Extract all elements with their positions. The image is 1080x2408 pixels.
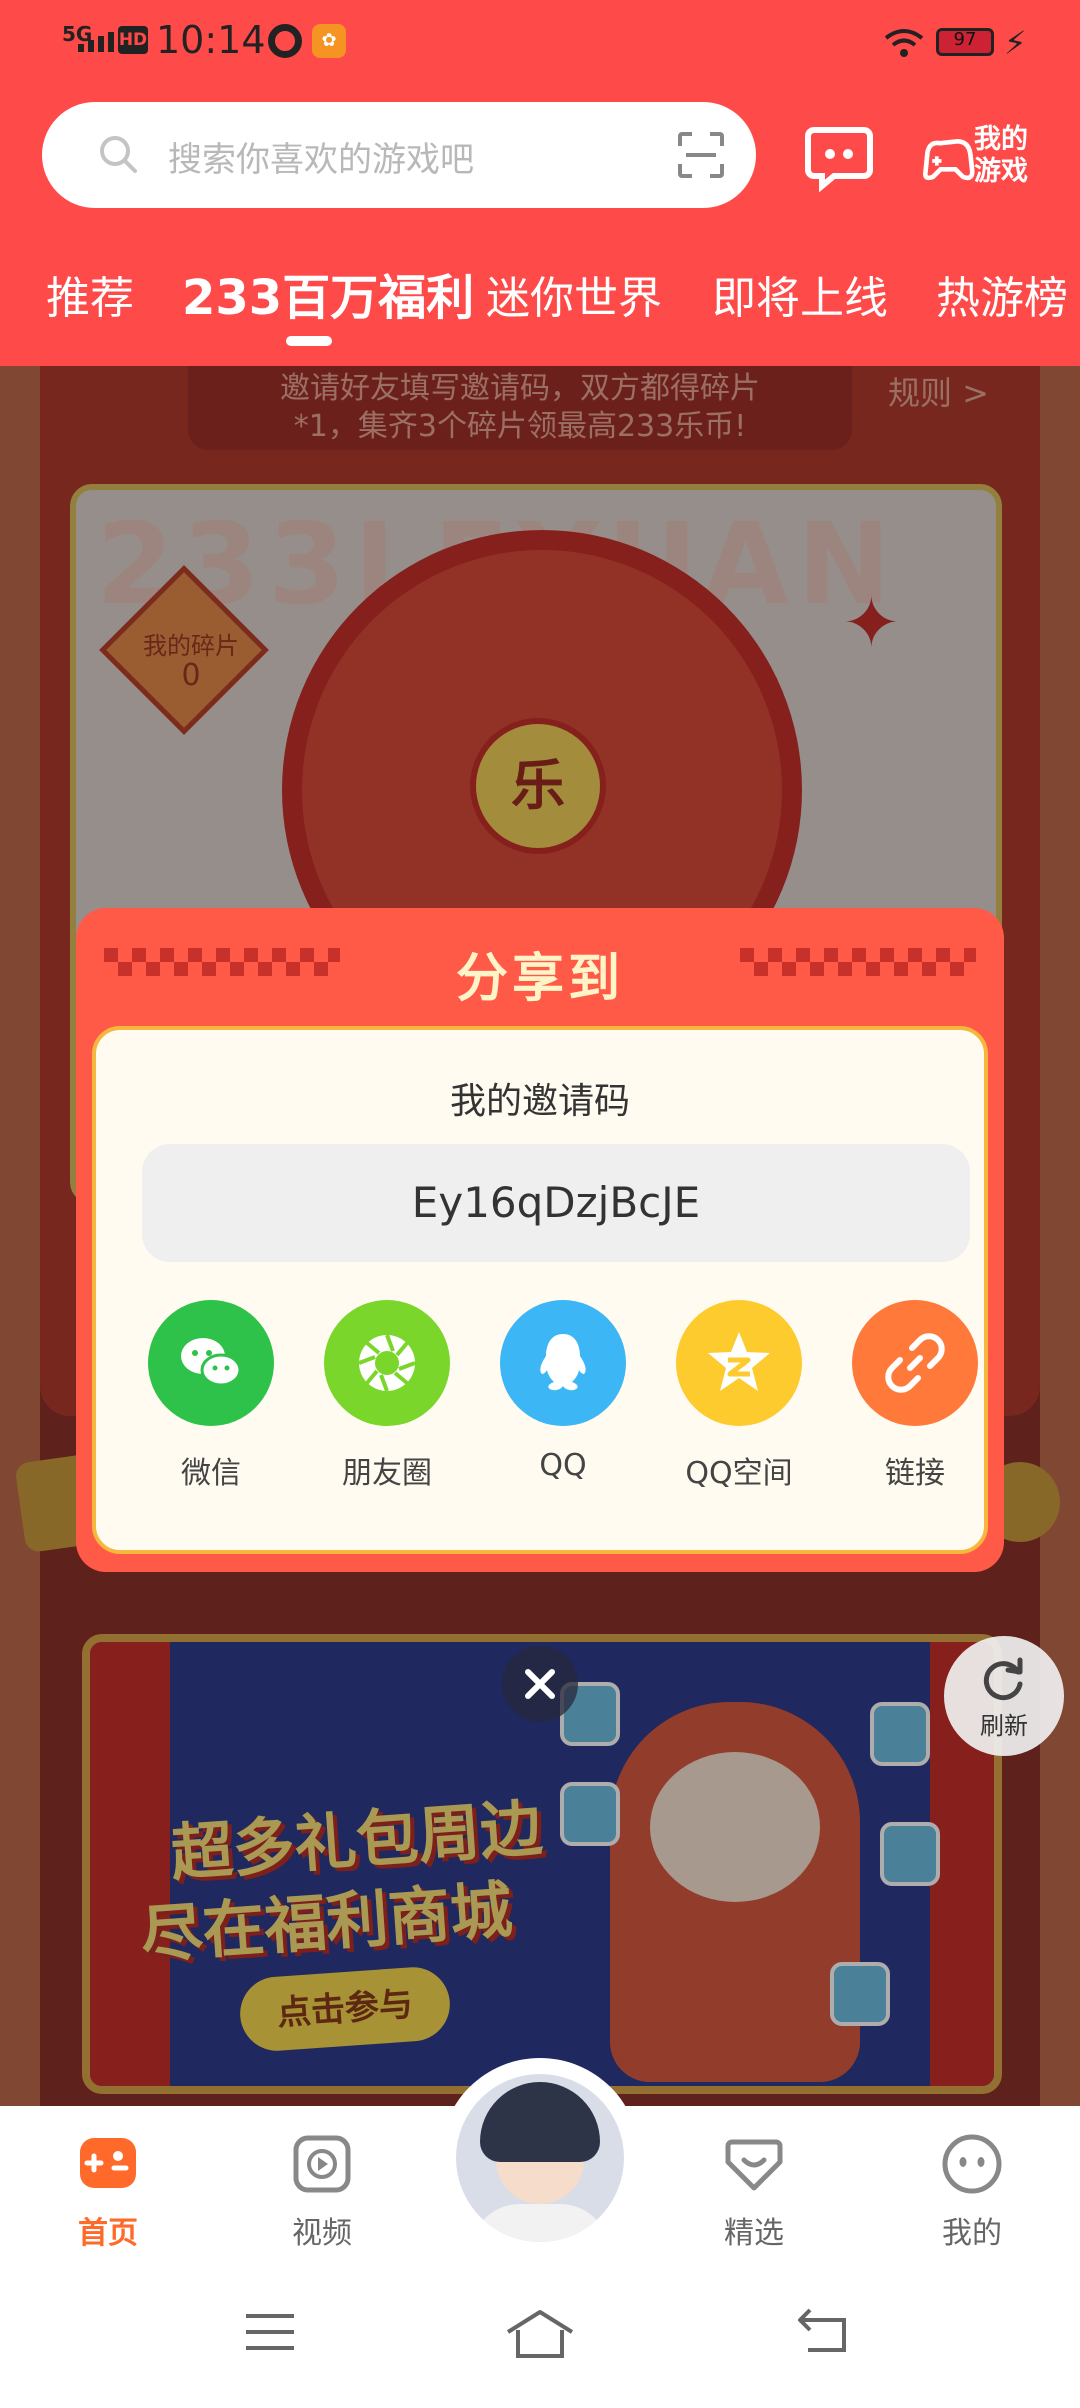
tab-hot-games[interactable]: 热游榜: [936, 262, 1068, 326]
video-icon: [293, 2135, 351, 2193]
close-dialog-button[interactable]: [502, 1646, 578, 1722]
wechat-circle: [148, 1300, 274, 1426]
moments-icon: [358, 1334, 416, 1392]
avatar-button[interactable]: [440, 2058, 640, 2258]
back-icon[interactable]: [796, 2308, 852, 2356]
system-nav-bar: [0, 2266, 1080, 2408]
hd-badge: HD: [118, 26, 148, 54]
refresh-icon: [983, 1657, 1023, 1701]
clock: 10:14: [156, 18, 266, 62]
my-games-button[interactable]: 我的 游戏: [920, 122, 1040, 194]
nav-label: 精选: [724, 2216, 784, 2251]
notification-app2-icon: ✿: [312, 24, 346, 58]
message-icon[interactable]: [804, 122, 874, 192]
nav-label: 首页: [78, 2216, 138, 2251]
top-header: 5G HD 10:14 ✿ 97 ⚡ 搜索你喜欢的游戏吧 我的 游戏 推荐 23…: [0, 0, 1080, 366]
search-icon: [100, 136, 137, 173]
nav-label: 视频: [292, 2216, 352, 2251]
active-tab-indicator: [286, 336, 332, 346]
refresh-label: 刷新: [980, 1712, 1028, 1740]
link-circle: [852, 1300, 978, 1426]
refresh-button[interactable]: 刷新: [944, 1636, 1064, 1756]
battery-level: 97: [953, 29, 977, 50]
tab-coming-soon[interactable]: 即将上线: [712, 262, 888, 326]
nav-label: 我的: [942, 2216, 1002, 2251]
share-dialog: 分享到 我的邀请码 Ey16qDzjBcJE 微信 朋友圈 QQ QQ空间 链接: [76, 908, 1004, 1572]
heart-icon: [725, 2139, 783, 2191]
invite-code-field[interactable]: Ey16qDzjBcJE: [142, 1144, 970, 1262]
charging-icon: ⚡: [1004, 24, 1027, 62]
tab-recommend[interactable]: 推荐: [46, 262, 134, 326]
invite-code-label: 我的邀请码: [449, 1081, 630, 1122]
share-label: QQ: [539, 1448, 587, 1483]
qzone-circle: [676, 1300, 802, 1426]
battery-icon: 97: [936, 28, 994, 56]
dialog-title: 分享到: [455, 949, 624, 1009]
close-icon: [525, 1669, 555, 1699]
share-label: 链接: [885, 1456, 945, 1491]
tab-mini-world[interactable]: 迷你世界: [486, 262, 662, 326]
face-icon: [942, 2134, 1002, 2194]
notification-app-icon: [268, 24, 302, 58]
wechat-icon: [181, 1338, 242, 1387]
share-label: 微信: [181, 1456, 241, 1491]
gamepad-icon: [80, 2138, 136, 2188]
qzone-icon: [708, 1332, 770, 1391]
avatar-shirt: [470, 2204, 610, 2242]
search-bar[interactable]: 搜索你喜欢的游戏吧: [42, 102, 756, 208]
signal-icon: [78, 32, 114, 52]
qq-icon: [540, 1334, 586, 1391]
avatar-hair: [480, 2082, 600, 2162]
share-panel: 我的邀请码 Ey16qDzjBcJE 微信 朋友圈 QQ QQ空间 链接: [92, 1026, 988, 1554]
qq-circle: [500, 1300, 626, 1426]
status-bar: 5G HD 10:14 ✿ 97 ⚡: [0, 0, 1080, 84]
tab-233-welfare[interactable]: 233百万福利: [182, 258, 474, 328]
avatar: [456, 2074, 624, 2242]
share-label: QQ空间: [685, 1456, 793, 1491]
wifi-icon: [884, 29, 924, 57]
top-tabs: 推荐 233百万福利 迷你世界 即将上线 热游榜: [0, 262, 1080, 342]
link-icon: [885, 1333, 945, 1393]
gamepad-outline-icon: [922, 138, 975, 181]
share-label: 朋友圈: [342, 1456, 432, 1491]
my-games-label: 我的 游戏: [974, 124, 1028, 187]
menu-icon[interactable]: [242, 2308, 298, 2356]
home-icon[interactable]: [504, 2308, 576, 2360]
moments-circle: [324, 1300, 450, 1426]
search-placeholder[interactable]: 搜索你喜欢的游戏吧: [168, 132, 474, 181]
scan-icon[interactable]: [676, 130, 726, 180]
